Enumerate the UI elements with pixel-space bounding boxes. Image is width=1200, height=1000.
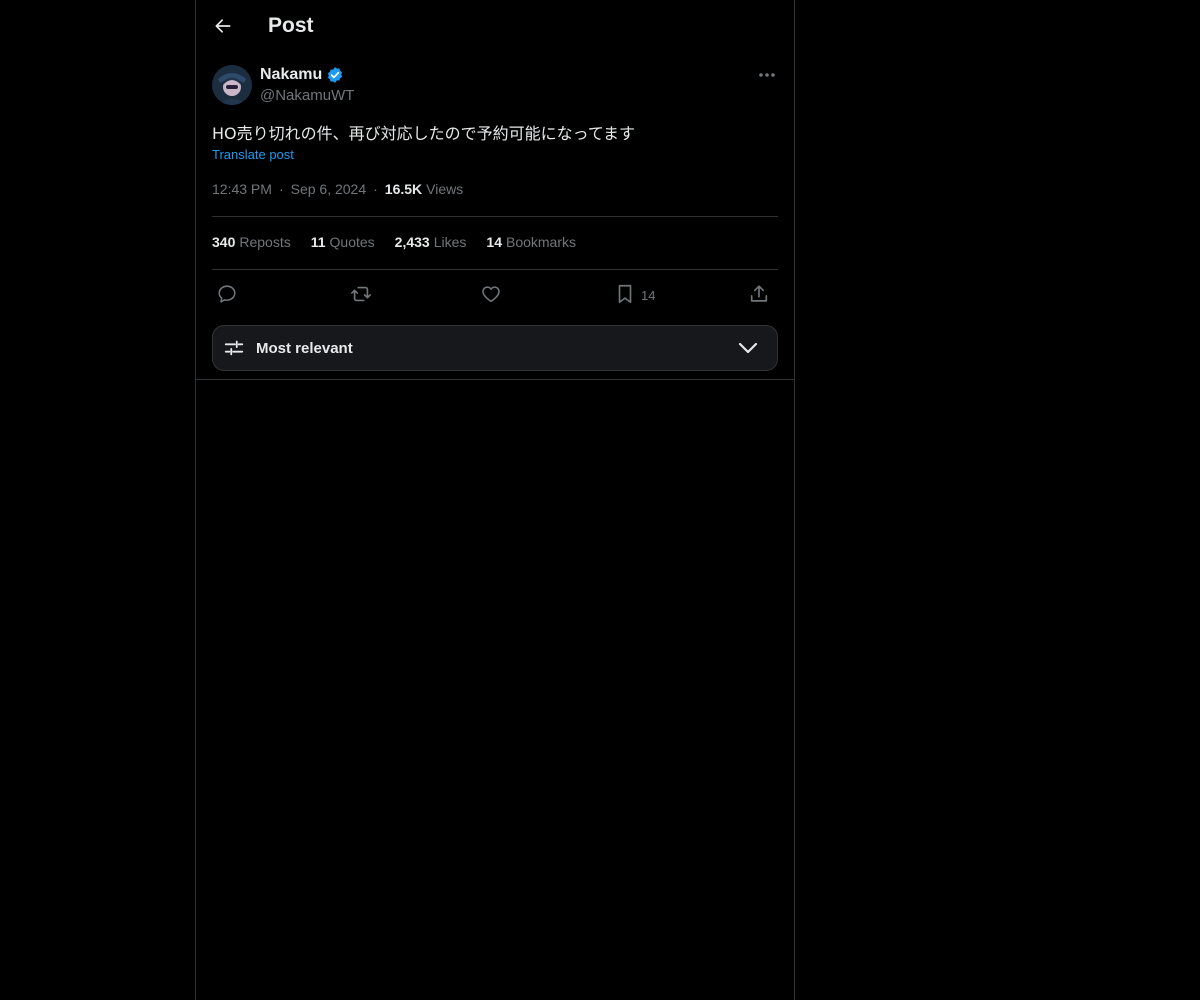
- divider: [196, 379, 794, 380]
- translate-post-link[interactable]: Translate post: [212, 147, 294, 162]
- post-time[interactable]: 12:43 PM: [212, 181, 272, 197]
- share-button[interactable]: [748, 280, 770, 308]
- stat-likes[interactable]: 2,433 Likes: [395, 234, 467, 250]
- bookmark-count: 14: [641, 288, 656, 303]
- views-label: Views: [426, 181, 464, 197]
- page-header: Post: [196, 0, 794, 54]
- bookmark-icon: [618, 284, 632, 304]
- reply-button[interactable]: [216, 280, 238, 308]
- stat-count: 11: [310, 234, 326, 250]
- stat-count: 14: [486, 234, 502, 250]
- post-meta: 12:43 PM · Sep 6, 2024 · 16.5K Views: [212, 181, 463, 197]
- avatar-image: [212, 65, 252, 105]
- like-button[interactable]: [480, 280, 502, 308]
- post-date[interactable]: Sep 6, 2024: [291, 181, 367, 197]
- back-button[interactable]: [208, 11, 238, 41]
- divider: [212, 269, 778, 270]
- post-text: HO売り切れの件、再び対応したので予約可能になってます: [212, 124, 636, 143]
- stat-label: Reposts: [239, 234, 291, 250]
- sort-label: Most relevant: [256, 340, 353, 357]
- avatar[interactable]: [212, 65, 252, 105]
- meta-separator: ·: [373, 181, 378, 197]
- page-title: Post: [268, 14, 314, 37]
- divider: [212, 216, 778, 217]
- repost-button[interactable]: [349, 280, 373, 308]
- heart-icon: [482, 286, 500, 303]
- more-button[interactable]: [756, 65, 778, 85]
- repost-icon: [351, 286, 371, 302]
- author-handle[interactable]: @NakamuWT: [260, 87, 354, 104]
- views-count: 16.5K: [384, 181, 423, 197]
- stat-quotes[interactable]: 11 Quotes: [311, 234, 375, 250]
- post-actions: 14: [212, 280, 778, 308]
- arrow-left-icon: [215, 19, 231, 33]
- sliders-icon: [224, 340, 244, 356]
- sort-replies-dropdown[interactable]: Most relevant: [212, 325, 778, 371]
- stat-label: Likes: [433, 234, 467, 250]
- reply-icon: [218, 285, 236, 303]
- stat-reposts[interactable]: 340 Reposts: [212, 234, 291, 250]
- primary-column: Post Nakamu @NakamuWT HO売り切れの件、再び対応したので予…: [195, 0, 795, 1000]
- author-name-row: Nakamu: [260, 65, 344, 85]
- chevron-down-icon: [738, 342, 758, 354]
- stat-bookmarks[interactable]: 14 Bookmarks: [486, 234, 576, 250]
- meta-separator: ·: [278, 181, 284, 197]
- stat-count: 340: [212, 234, 236, 250]
- stat-count: 2,433: [394, 234, 430, 250]
- stat-label: Bookmarks: [505, 234, 577, 250]
- more-horizontal-icon: [759, 73, 775, 77]
- post-author: Nakamu @NakamuWT: [212, 65, 778, 109]
- share-icon: [750, 285, 768, 302]
- bookmark-button[interactable]: 14: [615, 280, 655, 308]
- stat-label: Quotes: [329, 234, 375, 250]
- post-stats: 340 Reposts 11 Quotes 2,433 Likes 14 Bookmar…: [212, 234, 596, 250]
- verified-badge-icon: [326, 66, 344, 84]
- author-name[interactable]: Nakamu: [260, 66, 322, 84]
